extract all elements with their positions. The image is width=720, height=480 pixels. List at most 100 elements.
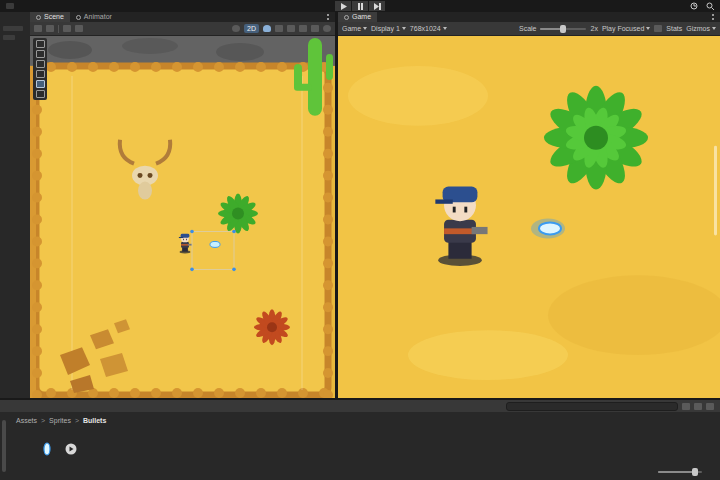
game-toolbar: Game Display 1 768x1024 Scale 2x Play Focused… [338, 22, 720, 36]
breadcrumb-separator: > [75, 416, 79, 426]
bullet [210, 241, 220, 247]
tools-palette [33, 38, 47, 100]
unity-editor: SceneAnimator 2D Game Game Display 1 768x1024… [0, 0, 720, 480]
view-dropdown[interactable]: Game [342, 24, 367, 34]
stone-border [30, 62, 333, 398]
breadcrumb-item[interactable]: Sprites [49, 416, 71, 426]
tab[interactable]: Scene [30, 12, 70, 22]
tab-bar: Game [338, 12, 720, 22]
account-icon[interactable] [6, 3, 14, 9]
breadcrumb-separator: > [41, 416, 45, 426]
tab-icon [36, 15, 41, 20]
asset-grid [16, 426, 712, 471]
project-panel: Assets > Sprites > Bullets [0, 398, 720, 480]
history-icon[interactable] [690, 2, 698, 10]
snap-icon[interactable] [63, 25, 71, 32]
scene-view[interactable] [30, 36, 335, 398]
scene-panel: SceneAnimator 2D [30, 12, 335, 398]
hidden-icon[interactable] [299, 25, 307, 32]
tab[interactable]: Animator [70, 12, 118, 22]
player[interactable] [435, 186, 487, 266]
play-mode-dropdown[interactable]: Play Focused [602, 24, 650, 34]
game-canvas[interactable] [338, 36, 720, 398]
zoom-slider[interactable] [658, 471, 702, 473]
game-panel: Game Game Display 1 768x1024 Scale 2x Play Foc… [338, 12, 720, 398]
breadcrumb: Assets > Sprites > Bullets [16, 416, 712, 426]
folder-scrollbar[interactable] [2, 420, 6, 472]
play-button[interactable] [335, 1, 351, 11]
red-bush [254, 309, 290, 345]
scale-tool-icon[interactable] [36, 70, 45, 78]
scale-label: Scale [519, 24, 537, 34]
gizmo-icon[interactable] [46, 25, 54, 32]
hierarchy-panel [0, 12, 30, 398]
animation-clip-icon [65, 443, 77, 455]
snap-increment-icon[interactable] [75, 25, 83, 32]
rock-wall [30, 36, 335, 66]
pause-button[interactable] [352, 1, 368, 11]
play-icon [340, 3, 347, 10]
tab-bar: SceneAnimator [30, 12, 335, 22]
green-bush [218, 194, 258, 234]
search-icon[interactable] [3, 35, 15, 40]
asset-item[interactable] [64, 441, 78, 457]
step-icon [374, 3, 381, 10]
label-icon[interactable] [694, 403, 702, 410]
mute-icon[interactable] [654, 25, 662, 32]
scale-slider[interactable] [540, 28, 586, 30]
gizmos-icon[interactable] [323, 25, 331, 32]
workspace: SceneAnimator 2D Game Game Display 1 768x1024… [0, 12, 720, 398]
scale-value: 2x [590, 24, 597, 34]
stats-button[interactable]: Stats [666, 24, 682, 34]
hand-tool-icon[interactable] [36, 40, 45, 48]
grid-icon[interactable] [34, 25, 42, 32]
green-bush [544, 86, 648, 190]
asset-area: Assets > Sprites > Bullets [8, 412, 720, 480]
project-body: Assets > Sprites > Bullets [0, 412, 720, 480]
tab[interactable]: Game [338, 12, 377, 22]
scene-toolbar: 2D [30, 22, 335, 36]
project-header [0, 400, 720, 412]
tab-icon [76, 15, 81, 20]
pause-icon [357, 3, 364, 10]
add-icon[interactable] [3, 26, 23, 31]
gizmos-dropdown[interactable]: Gizmos [686, 24, 716, 34]
rocks [60, 319, 130, 393]
menu-icon[interactable] [712, 14, 716, 20]
rotate-tool-icon[interactable] [36, 60, 45, 68]
camera-icon[interactable] [311, 25, 319, 32]
game-view[interactable] [338, 36, 720, 398]
scrollbar[interactable] [714, 146, 717, 236]
move-tool-icon[interactable] [36, 50, 45, 58]
cactus [294, 38, 333, 116]
transform-tool-icon[interactable] [36, 90, 45, 98]
selection-box[interactable] [190, 230, 236, 271]
main-toolbar [0, 0, 720, 12]
search-icon[interactable] [706, 2, 714, 10]
bullet-sprite-icon [41, 442, 53, 456]
zoom-row [16, 471, 712, 476]
player[interactable] [179, 234, 192, 254]
step-button[interactable] [369, 1, 385, 11]
scene-canvas[interactable] [30, 36, 335, 398]
play-controls [335, 1, 385, 11]
effects-icon[interactable] [287, 25, 295, 32]
favorite-icon[interactable] [706, 403, 714, 410]
tab-icon [344, 15, 349, 20]
skull [120, 140, 170, 200]
rect-tool-icon[interactable] [36, 80, 45, 88]
display-dropdown[interactable]: Display 1 [371, 24, 406, 34]
breadcrumb-item[interactable]: Bullets [83, 416, 106, 426]
lighting-icon[interactable] [263, 25, 271, 32]
bullet [531, 218, 565, 238]
menu-icon[interactable] [327, 14, 331, 20]
audio-icon[interactable] [275, 25, 283, 32]
search-field[interactable] [506, 402, 678, 411]
breadcrumb-item[interactable]: Assets [16, 416, 37, 426]
resolution-dropdown[interactable]: 768x1024 [410, 24, 447, 34]
shading-icon[interactable] [232, 25, 240, 32]
toolbar-right [385, 2, 714, 10]
asset-item[interactable] [40, 441, 54, 457]
filter-icon[interactable] [682, 403, 690, 410]
2d-toggle[interactable]: 2D [244, 24, 259, 33]
